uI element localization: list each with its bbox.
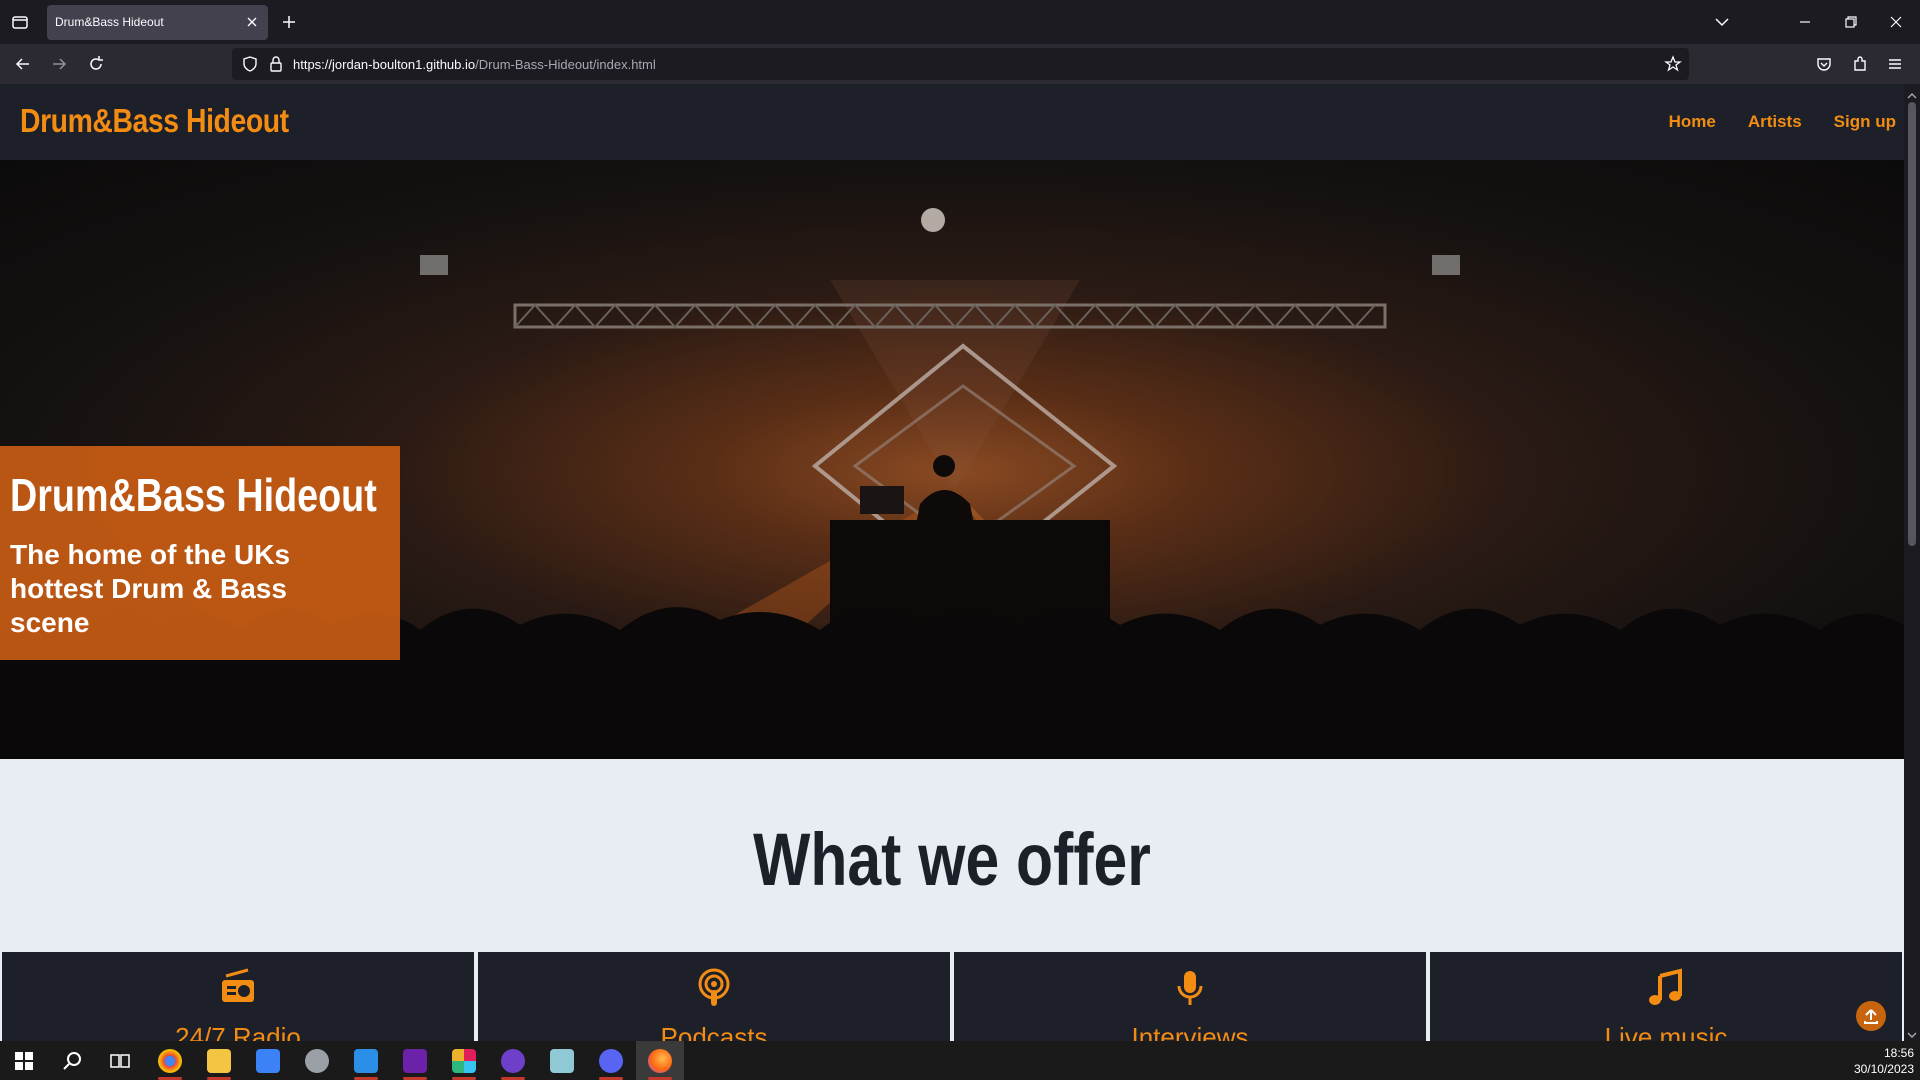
clock-date: 30/10/2023 <box>1853 1062 1914 1076</box>
mouse-app-icon[interactable] <box>305 1049 329 1073</box>
nzxt-icon[interactable] <box>403 1049 427 1073</box>
vscode-icon[interactable] <box>354 1049 378 1073</box>
hero-subtitle: The home of the UKs hottest Drum & Bass … <box>10 539 291 638</box>
url-path: /Drum-Bass-Hideout/index.html <box>475 57 656 72</box>
browser-nav-bar: https://jordan-boulton1.github.io/Drum-B… <box>0 44 1920 84</box>
clock-time: 18:56 <box>1883 1046 1914 1060</box>
system-clock[interactable]: 18:56 30/10/2023 <box>1854 1045 1914 1077</box>
offer-cards: 24/7 Radio Podcasts Interviews Live musi… <box>2 952 1902 1041</box>
github-icon[interactable] <box>501 1049 525 1073</box>
lock-icon[interactable] <box>266 54 286 79</box>
windows-start-icon[interactable] <box>12 1049 36 1073</box>
offer-heading: What we offer <box>753 818 1151 901</box>
search-icon[interactable] <box>60 1049 84 1073</box>
music-note-icon <box>1646 968 1686 1008</box>
reload-icon[interactable] <box>85 53 107 75</box>
minimize-icon[interactable] <box>1793 10 1817 34</box>
browser-tab[interactable]: Drum&Bass Hideout <box>47 5 268 40</box>
back-arrow-icon[interactable] <box>12 53 34 75</box>
site-header: Drum&Bass Hideout Home Artists Sign up <box>0 84 1904 160</box>
close-window-icon[interactable] <box>1884 10 1908 34</box>
tab-title: Drum&Bass Hideout <box>55 15 164 29</box>
offer-card-label: Interviews <box>1131 1022 1249 1041</box>
url-host: https://jordan-boulton1.github.io <box>293 57 476 72</box>
scroll-down-icon[interactable] <box>1907 1027 1917 1038</box>
radio-icon <box>218 968 258 1008</box>
close-tab-icon[interactable] <box>244 14 260 30</box>
file-explorer-icon[interactable] <box>207 1049 231 1073</box>
site-logo[interactable]: Drum&Bass Hideout <box>20 102 289 140</box>
discord-icon[interactable] <box>599 1049 623 1073</box>
restore-icon[interactable] <box>1839 10 1863 34</box>
hero-section: Drum&Bass Hideout The home of the UKs ho… <box>0 160 1904 759</box>
offer-card-label: Live music <box>1604 1022 1728 1041</box>
page-scrollbar[interactable] <box>1904 84 1920 1041</box>
offer-card-podcasts[interactable]: Podcasts <box>478 952 950 1041</box>
microphone-icon <box>1170 968 1210 1008</box>
scroll-up-icon[interactable] <box>1907 88 1917 99</box>
page-viewport: Drum&Bass Hideout Home Artists Sign up D… <box>0 84 1904 1041</box>
upload-arrow-icon <box>1864 1009 1878 1024</box>
hero-title: Drum&Bass Hideout <box>10 469 377 521</box>
offer-card-interviews[interactable]: Interviews <box>954 952 1426 1041</box>
offer-card-live-music[interactable]: Live music <box>1430 952 1902 1041</box>
offer-card-label: 24/7 Radio <box>175 1022 301 1041</box>
offer-card-radio[interactable]: 24/7 Radio <box>2 952 474 1041</box>
windows-taskbar: 18:56 30/10/2023 <box>0 1041 1920 1080</box>
url-text[interactable]: https://jordan-boulton1.github.io/Drum-B… <box>293 57 656 72</box>
tab-list-icon[interactable] <box>8 10 32 34</box>
hero-card: Drum&Bass Hideout The home of the UKs ho… <box>0 446 400 660</box>
new-tab-icon[interactable] <box>279 12 299 32</box>
shield-icon[interactable] <box>240 54 260 79</box>
pocket-icon[interactable] <box>1813 53 1835 75</box>
offer-card-label: Podcasts <box>660 1022 768 1041</box>
podcast-icon <box>694 968 734 1008</box>
extensions-icon[interactable] <box>1849 53 1871 75</box>
site-nav: Home Artists Sign up <box>1669 112 1896 132</box>
forward-arrow-icon[interactable] <box>48 53 70 75</box>
chrome-icon[interactable] <box>158 1049 182 1073</box>
scroll-thumb[interactable] <box>1908 102 1916 546</box>
bookmark-star-icon[interactable] <box>1663 54 1683 79</box>
menu-icon[interactable] <box>1884 53 1906 75</box>
address-bar[interactable]: https://jordan-boulton1.github.io/Drum-B… <box>232 48 1689 80</box>
slack-icon[interactable] <box>452 1049 476 1073</box>
scroll-to-top-button[interactable] <box>1856 1001 1886 1031</box>
browser-tab-bar: Drum&Bass Hideout <box>0 0 1920 44</box>
nav-link-home[interactable]: Home <box>1669 112 1716 132</box>
notes-app-icon[interactable] <box>550 1049 574 1073</box>
chevron-down-icon[interactable] <box>1710 10 1734 34</box>
nav-link-sign-up[interactable]: Sign up <box>1834 112 1896 132</box>
firefox-icon[interactable] <box>648 1049 672 1073</box>
store-icon[interactable] <box>256 1049 280 1073</box>
task-view-icon[interactable] <box>108 1049 132 1073</box>
nav-link-artists[interactable]: Artists <box>1748 112 1802 132</box>
